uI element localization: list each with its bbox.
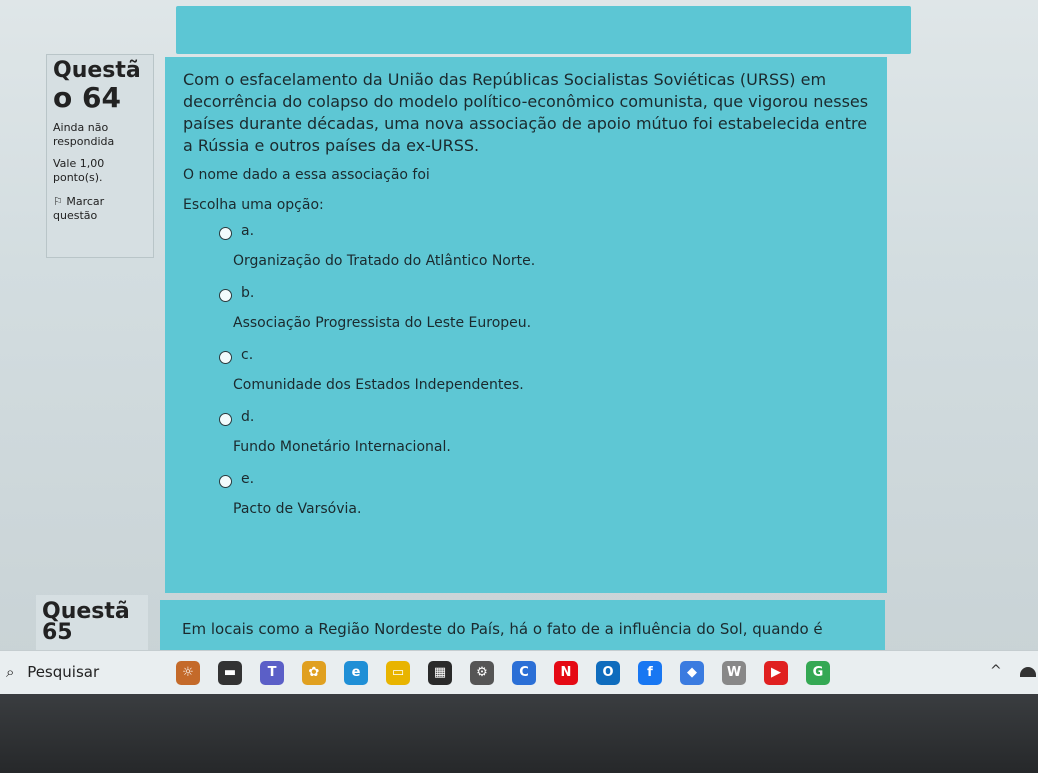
option-c[interactable]: c. Comunidade dos Estados Independentes. xyxy=(183,347,869,409)
question-info-panel: Questã o 64 Ainda não respondida Vale 1,… xyxy=(46,54,154,258)
taskbar-search-label: Pesquisar xyxy=(27,663,100,681)
youtube-icon[interactable]: ▶ xyxy=(764,661,788,685)
file-explorer-icon[interactable]: ▭ xyxy=(386,661,410,685)
option-b-text[interactable]: Associação Progressista do Leste Europeu… xyxy=(233,315,531,331)
option-a-letter: a. xyxy=(241,223,255,239)
option-e-letter: e. xyxy=(241,471,255,487)
flag-question-button[interactable]: ⚐ Marcar questão xyxy=(53,195,147,223)
store-icon[interactable]: ▦ xyxy=(428,661,452,685)
option-d[interactable]: d. Fundo Monetário Internacional. xyxy=(183,409,869,471)
option-c-text[interactable]: Comunidade dos Estados Independentes. xyxy=(233,377,524,393)
copilot-app-icon[interactable]: ◆ xyxy=(680,661,704,685)
next-question-text: Em locais como a Região Nordeste do País… xyxy=(182,620,823,638)
question-text: Com o esfacelamento da União das Repúbli… xyxy=(183,70,869,155)
cortana-icon[interactable]: C xyxy=(512,661,536,685)
next-question-info-panel: Questã 65 xyxy=(36,595,148,655)
tray-chevron-icon[interactable]: ^ xyxy=(990,663,1002,679)
question-value: Vale 1,00 ponto(s). xyxy=(53,157,105,184)
settings-icon[interactable]: ⚙ xyxy=(470,661,494,685)
flag-icon: ⚐ xyxy=(53,195,63,208)
option-a-radio[interactable] xyxy=(219,227,232,240)
option-a-text[interactable]: Organização do Tratado do Atlântico Nort… xyxy=(233,253,535,269)
option-d-text[interactable]: Fundo Monetário Internacional. xyxy=(233,439,451,455)
option-b-letter: b. xyxy=(241,285,255,301)
option-e-radio[interactable] xyxy=(219,475,232,488)
outlook-icon[interactable]: O xyxy=(596,661,620,685)
option-b[interactable]: b. Associação Progressista do Leste Euro… xyxy=(183,285,869,347)
tray-status-icon[interactable] xyxy=(1020,667,1036,677)
option-a[interactable]: a. Organização do Tratado do Atlântico N… xyxy=(183,223,869,285)
question-label: Questã xyxy=(53,58,141,83)
chrome-icon[interactable]: G xyxy=(806,661,830,685)
widgets-icon[interactable]: ☼ xyxy=(176,661,200,685)
copilot-icon[interactable]: ✿ xyxy=(302,661,326,685)
question-number: o 64 xyxy=(53,81,121,114)
question-status: Ainda não respondida xyxy=(53,121,115,148)
facebook-icon[interactable]: f xyxy=(638,661,662,685)
edge-icon[interactable]: e xyxy=(344,661,368,685)
taskbar: ⌕ Pesquisar ☼ ▬ T ✿ e ▭ ▦ ⚙ C N Of ◆ W ▶ G ^ xyxy=(0,650,1038,695)
netflix-icon[interactable]: N xyxy=(554,661,578,685)
word-icon[interactable]: W xyxy=(722,661,746,685)
option-d-letter: d. xyxy=(241,409,255,425)
search-icon: ⌕ xyxy=(6,663,15,681)
choose-option-label: Escolha uma opção: xyxy=(183,197,324,213)
question-content: Com o esfacelamento da União das Repúbli… xyxy=(165,57,887,593)
option-c-letter: c. xyxy=(241,347,254,363)
option-e-text[interactable]: Pacto de Varsóvia. xyxy=(233,501,361,517)
option-b-radio[interactable] xyxy=(219,289,232,302)
taskbar-search[interactable]: ⌕ Pesquisar xyxy=(6,663,99,681)
option-e[interactable]: e. Pacto de Varsóvia. xyxy=(183,471,869,533)
previous-question-panel xyxy=(176,6,911,54)
option-d-radio[interactable] xyxy=(219,413,232,426)
monitor-bezel xyxy=(0,694,1038,773)
task-view-icon[interactable]: ▬ xyxy=(218,661,242,685)
option-c-radio[interactable] xyxy=(219,351,232,364)
question-prompt: O nome dado a essa associação foi xyxy=(183,167,430,183)
teams-icon[interactable]: T xyxy=(260,661,284,685)
